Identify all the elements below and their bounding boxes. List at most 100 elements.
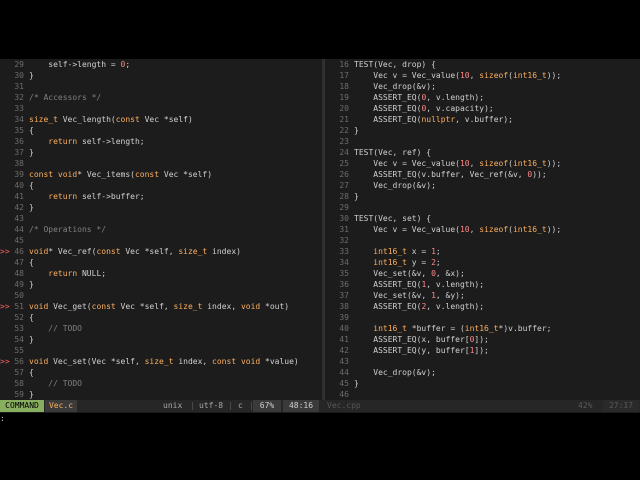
code-line[interactable]: 58 // TODO [0, 378, 322, 389]
code-text: /* Operations */ [29, 225, 106, 234]
line-number: 30 [14, 71, 24, 80]
code-line[interactable]: 22} [325, 125, 640, 136]
code-line[interactable]: 30 TEST(Vec, set) { [325, 213, 640, 224]
right-editor-pane[interactable]: 16 TEST(Vec, drop) {17 Vec v = Vec_value(… [325, 59, 640, 400]
code-line[interactable]: 53 // TODO [0, 323, 322, 334]
code-line[interactable]: 29 self->length = 0; [0, 59, 322, 70]
code-line[interactable]: 34 int16_t y = 2; [325, 257, 640, 268]
code-line[interactable]: 27 Vec_drop(&v); [325, 180, 640, 191]
code-line[interactable]: 31 Vec v = Vec_value(10, sizeof(int16_t)… [325, 224, 640, 235]
code-line[interactable]: >> 56 void Vec_set(Vec *self, size_t index… [0, 356, 322, 367]
code-line[interactable]: 37 Vec_set(&v, 1, &y); [325, 290, 640, 301]
code-text: return self->length; [29, 137, 144, 146]
code-line[interactable]: 20 ASSERT_EQ(0, v.capacity); [325, 103, 640, 114]
right-scroll-percent: 42% [578, 401, 593, 410]
code-token: void [240, 302, 261, 311]
line-number: 19 [339, 93, 349, 102]
code-line[interactable]: 39 const void* Vec_items(const Vec *self) [0, 169, 322, 180]
code-line[interactable]: 34 size_t Vec_length(const Vec *self) [0, 114, 322, 125]
code-line[interactable]: 21 ASSERT_EQ(nullptr, v.buffer); [325, 114, 640, 125]
code-line[interactable]: 41 ASSERT_EQ(x, buffer[0]); [325, 334, 640, 345]
code-line[interactable]: 45} [325, 378, 640, 389]
code-line[interactable]: 40 { [0, 180, 322, 191]
code-line[interactable]: 49} [0, 279, 322, 290]
code-line[interactable]: 45 [0, 235, 322, 246]
code-line[interactable]: 54} [0, 334, 322, 345]
code-line[interactable]: 40 int16_t *buffer = (int16_t*)v.buffer; [325, 323, 640, 334]
code-line[interactable]: 31 [0, 81, 322, 92]
code-line[interactable]: 48 return NULL; [0, 268, 322, 279]
code-line[interactable]: 44 Vec_drop(&v); [325, 367, 640, 378]
code-line[interactable]: 32 /* Accessors */ [0, 92, 322, 103]
line-number: 29 [14, 60, 24, 69]
code-line[interactable]: 55 [0, 345, 322, 356]
code-line[interactable]: 43 [0, 213, 322, 224]
code-line[interactable]: 23 [325, 136, 640, 147]
code-text: void Vec_get(const Vec *self, size_t ind… [29, 302, 289, 311]
code-line[interactable]: 57 { [0, 367, 322, 378]
code-line[interactable]: 46 [325, 389, 640, 400]
code-line[interactable]: 33 [0, 103, 322, 114]
code-line[interactable]: 50 [0, 290, 322, 301]
code-line[interactable]: 33 int16_t x = 1; [325, 246, 640, 257]
code-line[interactable]: 35 { [0, 125, 322, 136]
code-line[interactable]: 39 [325, 312, 640, 323]
code-line[interactable]: 26 ASSERT_EQ(v.buffer, Vec_ref(&v, 0)); [325, 169, 640, 180]
code-line[interactable]: 43 [325, 356, 640, 367]
code-line[interactable]: 42} [0, 202, 322, 213]
code-line[interactable]: 25 Vec v = Vec_value(10, sizeof(int16_t)… [325, 158, 640, 169]
code-token: } [354, 192, 359, 201]
line-number: 26 [339, 170, 349, 179]
code-token: } [29, 203, 34, 212]
code-line[interactable]: 18 Vec_drop(&v); [325, 81, 640, 92]
code-line[interactable]: 52 { [0, 312, 322, 323]
code-text: Vec_drop(&v); [354, 82, 436, 91]
code-text: // TODO [29, 379, 82, 388]
code-line[interactable]: >> 51 void Vec_get(const Vec *self, size_t… [0, 301, 322, 312]
code-token: { [29, 181, 34, 190]
code-line[interactable]: 32 [325, 235, 640, 246]
code-token: const [115, 115, 140, 124]
code-token: , v.capacity); [426, 104, 494, 113]
code-line[interactable]: 24 TEST(Vec, ref) { [325, 147, 640, 158]
code-line[interactable]: 28} [325, 191, 640, 202]
code-token: , &x); [435, 269, 465, 278]
code-token: Vec *self, [120, 247, 179, 256]
code-line[interactable]: 59} [0, 389, 322, 400]
code-token: Vec v = Vec_value( [354, 159, 460, 168]
code-text: Vec_set(&v, 1, &y); [354, 291, 465, 300]
code-text: self->length = 0; [29, 60, 130, 69]
code-line[interactable]: 47 { [0, 257, 322, 268]
code-line[interactable]: 30} [0, 70, 322, 81]
code-line[interactable]: 44 /* Operations */ [0, 224, 322, 235]
code-text: void* Vec_ref(const Vec *self, size_t in… [29, 247, 241, 256]
code-text: ASSERT_EQ(2, v.length); [354, 302, 484, 311]
code-text: ASSERT_EQ(x, buffer[0]); [354, 335, 489, 344]
left-editor-pane[interactable]: 29 self->length = 0; 30} 31 32/* Accessors … [0, 59, 322, 400]
code-token: ASSERT_EQ( [354, 280, 422, 289]
code-token: return [48, 137, 78, 146]
code-line[interactable]: 35 Vec_set(&v, 0, &x); [325, 268, 640, 279]
code-line[interactable]: 36 ASSERT_EQ(1, v.length); [325, 279, 640, 290]
code-line[interactable]: >> 46 void* Vec_ref(const Vec *self, size_… [0, 246, 322, 257]
line-number: 46 [339, 390, 349, 399]
code-token: ; [125, 60, 131, 69]
command-line[interactable]: : [0, 413, 640, 424]
code-line[interactable]: 16 TEST(Vec, drop) { [325, 59, 640, 70]
code-line[interactable]: 19 ASSERT_EQ(0, v.length); [325, 92, 640, 103]
code-text: Vec_drop(&v); [354, 181, 436, 190]
code-token: * Vec_items( [77, 170, 135, 179]
code-line[interactable]: 42 ASSERT_EQ(y, buffer[1]); [325, 345, 640, 356]
code-token: , v.buffer); [455, 115, 513, 124]
code-line[interactable]: 29 [325, 202, 640, 213]
code-line[interactable]: 36 return self->length; [0, 136, 322, 147]
code-line[interactable]: 37} [0, 147, 322, 158]
code-line[interactable]: 17 Vec v = Vec_value(10, sizeof(int16_t)… [325, 70, 640, 81]
code-token: { [29, 126, 34, 135]
line-number: 31 [339, 225, 349, 234]
code-line[interactable]: 38 ASSERT_EQ(2, v.length); [325, 301, 640, 312]
line-number: 45 [339, 379, 349, 388]
code-line[interactable]: 38 [0, 158, 322, 169]
line-number: 30 [339, 214, 349, 223]
code-line[interactable]: 41 return self->buffer; [0, 191, 322, 202]
